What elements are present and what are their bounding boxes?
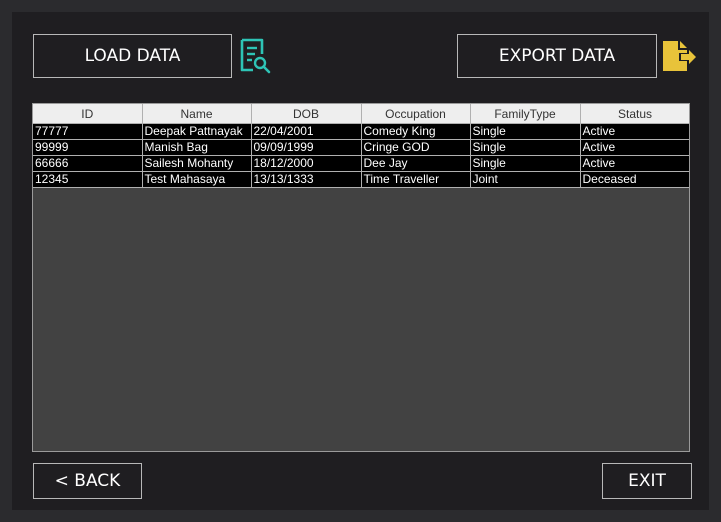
- table-row[interactable]: 12345 Test Mahasaya 13/13/1333 Time Trav…: [33, 171, 689, 188]
- cell-occupation[interactable]: Time Traveller: [361, 171, 471, 188]
- cell-dob[interactable]: 13/13/1333: [251, 171, 362, 188]
- column-header-occupation[interactable]: Occupation: [361, 104, 471, 124]
- cell-status[interactable]: Active: [580, 123, 689, 140]
- cell-name[interactable]: Deepak Pattnayak: [142, 123, 252, 140]
- column-header-familytype[interactable]: FamilyType: [470, 104, 581, 124]
- cell-familytype[interactable]: Single: [470, 155, 581, 172]
- cell-status[interactable]: Active: [580, 139, 689, 156]
- cell-familytype[interactable]: Single: [470, 139, 581, 156]
- search-document-icon[interactable]: [238, 38, 272, 74]
- load-data-button[interactable]: LOAD DATA: [33, 34, 232, 78]
- back-button[interactable]: < BACK: [33, 463, 142, 499]
- cell-occupation[interactable]: Dee Jay: [361, 155, 471, 172]
- export-data-button[interactable]: EXPORT DATA: [457, 34, 657, 78]
- data-table-container[interactable]: ID Name DOB Occupation FamilyType Status…: [32, 103, 690, 452]
- cell-status[interactable]: Active: [580, 155, 689, 172]
- cell-name[interactable]: Test Mahasaya: [142, 171, 252, 188]
- table-row[interactable]: 77777 Deepak Pattnayak 22/04/2001 Comedy…: [33, 123, 689, 140]
- cell-id[interactable]: 12345: [33, 171, 143, 188]
- cell-id[interactable]: 66666: [33, 155, 143, 172]
- data-table: ID Name DOB Occupation FamilyType Status…: [33, 104, 689, 188]
- cell-dob[interactable]: 09/09/1999: [251, 139, 362, 156]
- table-row[interactable]: 99999 Manish Bag 09/09/1999 Cringe GOD S…: [33, 139, 689, 156]
- cell-id[interactable]: 99999: [33, 139, 143, 156]
- cell-occupation[interactable]: Cringe GOD: [361, 139, 471, 156]
- cell-familytype[interactable]: Joint: [470, 171, 581, 188]
- cell-name[interactable]: Sailesh Mohanty: [142, 155, 252, 172]
- column-header-name[interactable]: Name: [142, 104, 252, 124]
- cell-id[interactable]: 77777: [33, 123, 143, 140]
- table-row[interactable]: 66666 Sailesh Mohanty 18/12/2000 Dee Jay…: [33, 155, 689, 172]
- cell-occupation[interactable]: Comedy King: [361, 123, 471, 140]
- column-header-status[interactable]: Status: [580, 104, 689, 124]
- export-document-icon[interactable]: [661, 40, 697, 72]
- table-header-row: ID Name DOB Occupation FamilyType Status: [33, 104, 689, 124]
- column-header-dob[interactable]: DOB: [251, 104, 362, 124]
- cell-name[interactable]: Manish Bag: [142, 139, 252, 156]
- cell-dob[interactable]: 22/04/2001: [251, 123, 362, 140]
- column-header-id[interactable]: ID: [33, 104, 143, 124]
- cell-familytype[interactable]: Single: [470, 123, 581, 140]
- cell-status[interactable]: Deceased: [580, 171, 689, 188]
- exit-button[interactable]: EXIT: [602, 463, 692, 499]
- cell-dob[interactable]: 18/12/2000: [251, 155, 362, 172]
